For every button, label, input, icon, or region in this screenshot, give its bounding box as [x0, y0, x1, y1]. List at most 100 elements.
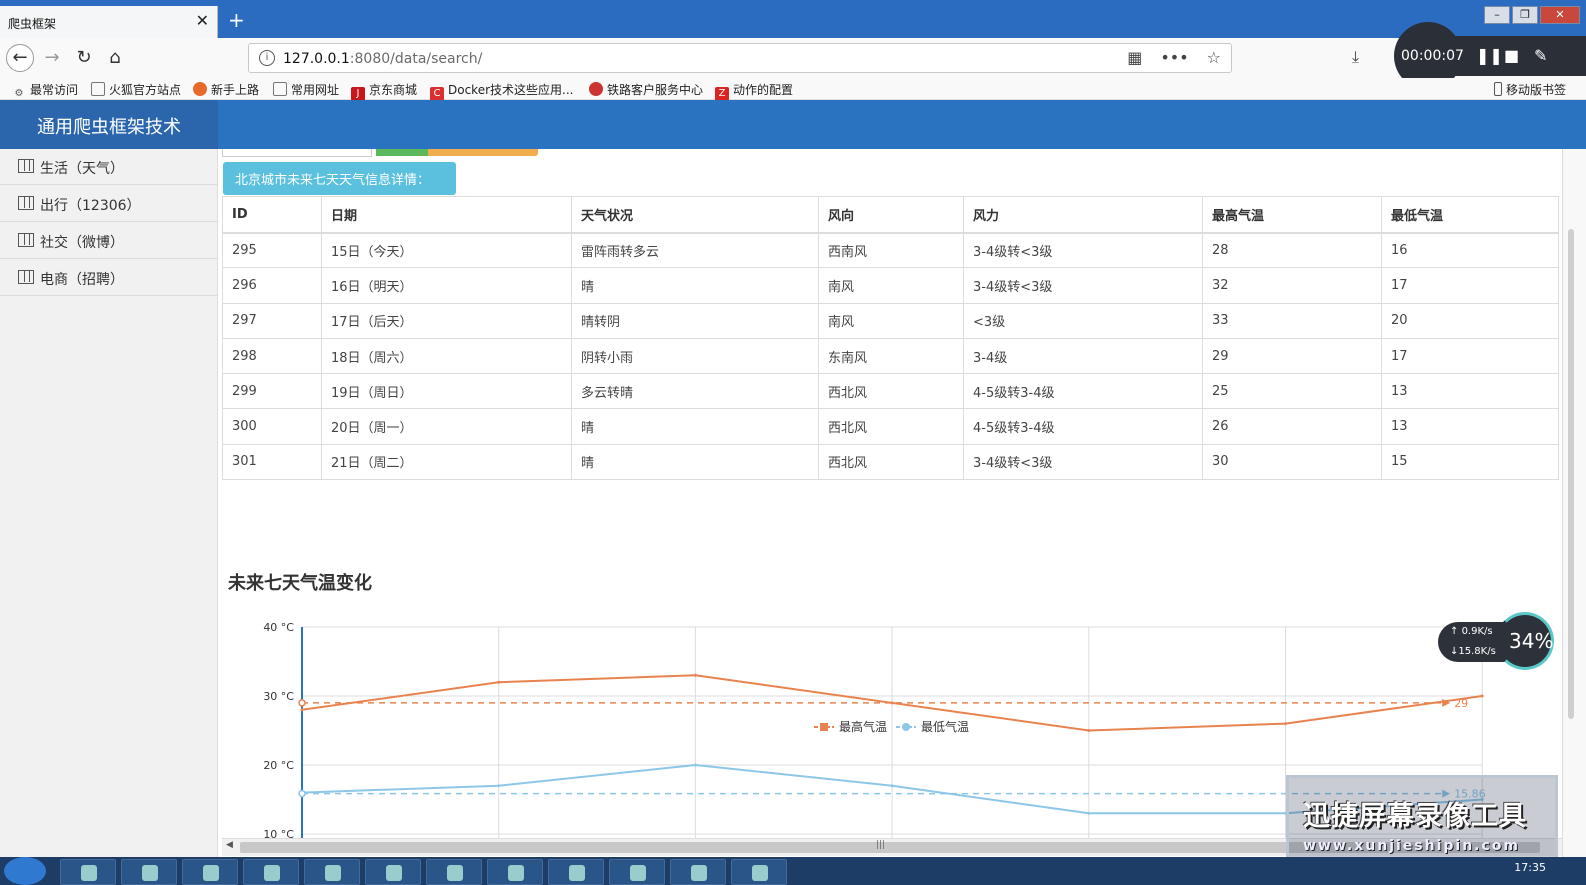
taskbar-app-icon[interactable] [304, 859, 360, 885]
download-speed: ↓15.8K/s [1450, 646, 1496, 657]
back-arrow-icon[interactable]: ← [6, 44, 34, 72]
table-row: 295 15日（今天） 雷阵雨转多云 西南风 3-4级转<3级 28 16 [222, 232, 1559, 269]
bookmark-item[interactable]: 常用网址 [273, 81, 339, 98]
upload-speed: ↑ 0.9K/s [1450, 626, 1493, 637]
table-cell: 26 [1202, 408, 1382, 445]
sidebar-item-weibo[interactable]: 社交（微博） [0, 223, 218, 259]
legend-marker [820, 723, 828, 731]
table-cell: 17 [1381, 267, 1559, 304]
site-info-icon[interactable]: i [259, 50, 275, 66]
app-brand[interactable]: 通用爬虫框架技术 [0, 100, 218, 149]
table-cell: 南风 [818, 267, 964, 304]
bookmark-item[interactable]: 新手上路 [193, 81, 259, 98]
table-cell: 296 [222, 267, 322, 304]
sidebar-item-jobs[interactable]: 电商（招聘） [0, 260, 218, 296]
taskbar-app-icon[interactable] [243, 859, 299, 885]
sidebar-item-weather[interactable]: 生活（天气） [0, 149, 218, 185]
railway-icon [589, 82, 603, 96]
sidebar-item-label: 出行（12306） [40, 198, 141, 214]
table-cell: 295 [222, 232, 322, 269]
table-cell: 阴转小雨 [571, 338, 819, 375]
vertical-scrollbar[interactable] [1562, 149, 1586, 857]
table-cell: 雷阵雨转多云 [571, 232, 819, 269]
reset-button[interactable] [428, 149, 538, 156]
legend-label: 最低气温 [921, 719, 969, 734]
taskbar-app-icon[interactable] [121, 859, 177, 885]
taskbar-app-icon[interactable] [60, 859, 116, 885]
table-cell: 15日（今天） [321, 232, 572, 269]
watermark-title: 迅捷屏幕录像工具 [1303, 801, 1527, 832]
weather-detail-button[interactable]: 北京城市未来七天天气信息详情： [223, 162, 456, 195]
browser-navbar: ← → ↻ ⌂ i 127.0.0.1:8080/data/search/ ▦ … [0, 38, 1586, 78]
column-header: 风力 [963, 196, 1203, 234]
bookmark-item[interactable]: J 京东商城 [351, 81, 417, 101]
column-header: 风向 [818, 196, 964, 234]
tab-title: 爬虫框架 [8, 17, 57, 31]
scroll-left-icon[interactable]: ◀ [226, 840, 233, 850]
taskbar-app-icon[interactable] [731, 859, 787, 885]
app-brand-title: 通用爬虫框架技术 [37, 117, 181, 138]
taskbar-app-icon[interactable] [487, 859, 543, 885]
sidebar-item-12306[interactable]: 出行（12306） [0, 186, 218, 222]
taskbar-app-icon[interactable] [365, 859, 421, 885]
table-cell: 晴 [571, 267, 819, 304]
scroll-grip-icon: ||| [876, 840, 886, 850]
sidebar-item-label: 生活（天气） [40, 161, 124, 177]
tab-close-icon[interactable]: ✕ [196, 11, 209, 30]
table-cell: 晴 [571, 444, 819, 481]
windows-start-icon[interactable] [4, 857, 46, 885]
bookmark-item[interactable]: C Docker技术这些应用... [430, 81, 573, 101]
data-point [1480, 694, 1484, 698]
table-cell: 20日（周一） [321, 408, 572, 445]
url-bar[interactable]: i 127.0.0.1:8080/data/search/ ▦ ••• ☆ [248, 43, 1232, 73]
folder-icon [91, 82, 105, 96]
new-tab-icon[interactable]: + [228, 8, 245, 32]
taskbar-app-icon[interactable] [548, 859, 604, 885]
data-point [693, 763, 697, 767]
data-point [890, 784, 894, 788]
bookmark-item[interactable]: 铁路客户服务中心 [589, 81, 703, 98]
taskbar-app-icon[interactable] [670, 859, 726, 885]
mobile-bookmarks[interactable]: 移动版书签 [1494, 81, 1566, 98]
column-header: 最低气温 [1381, 196, 1559, 234]
browser-tab[interactable]: 爬虫框架 ✕ [0, 6, 218, 38]
taskbar-app-icon[interactable] [426, 859, 482, 885]
table-cell: 33 [1202, 303, 1382, 339]
taskbar-app-icon[interactable] [609, 859, 665, 885]
table-cell: 3-4级转<3级 [963, 267, 1203, 304]
sidebar: 生活（天气） 出行（12306） 社交（微博） 电商（招聘） [0, 149, 218, 857]
forward-arrow-icon[interactable]: → [38, 44, 66, 72]
table-cell: 13 [1381, 408, 1559, 445]
bookmark-item[interactable]: Z 动作的配置 [715, 81, 793, 101]
url-text[interactable]: 127.0.0.1:8080/data/search/ [283, 51, 482, 67]
average-start-marker [298, 699, 306, 707]
data-point [1087, 811, 1091, 815]
taskbar-app-icon[interactable] [182, 859, 238, 885]
table-row: 297 17日（后天） 晴转阴 南风 <3级 33 20 [222, 303, 1559, 339]
search-input[interactable] [222, 149, 372, 157]
stop-icon[interactable]: ■ [1504, 46, 1519, 65]
bookmark-star-icon[interactable]: ☆ [1207, 48, 1221, 67]
bookmark-item[interactable]: 火狐官方站点 [91, 81, 181, 98]
column-header: 天气状况 [571, 196, 819, 234]
reload-icon[interactable]: ↻ [70, 44, 98, 72]
bookmark-item[interactable]: ⚙ 最常访问 [12, 81, 79, 101]
table-cell: 15 [1381, 444, 1559, 481]
recorder-time: 00:00:07 [1401, 48, 1464, 64]
table-cell: 晴 [571, 408, 819, 445]
home-icon[interactable]: ⌂ [101, 44, 129, 72]
qr-code-icon[interactable]: ▦ [1127, 48, 1142, 67]
sidebar-item-label: 电商（招聘） [40, 272, 124, 288]
taskbar: 17:35 [0, 857, 1586, 885]
search-form-remnant [222, 149, 542, 157]
data-point [1284, 722, 1287, 726]
table-cell: 19日（周日） [321, 373, 572, 410]
download-icon[interactable]: ⤓ [1352, 47, 1359, 67]
table-cell: 301 [222, 444, 322, 481]
search-button[interactable] [376, 149, 428, 156]
more-options-icon[interactable]: ••• [1160, 48, 1188, 67]
pause-icon[interactable]: ❚❚ [1476, 46, 1503, 65]
main-content: 北京城市未来七天天气信息详情： ID 日期 天气状况 风向 风力 最高气温 最低… [222, 149, 1562, 843]
pen-icon[interactable]: ✎ [1534, 46, 1547, 65]
scrollbar-thumb[interactable] [1568, 229, 1574, 719]
